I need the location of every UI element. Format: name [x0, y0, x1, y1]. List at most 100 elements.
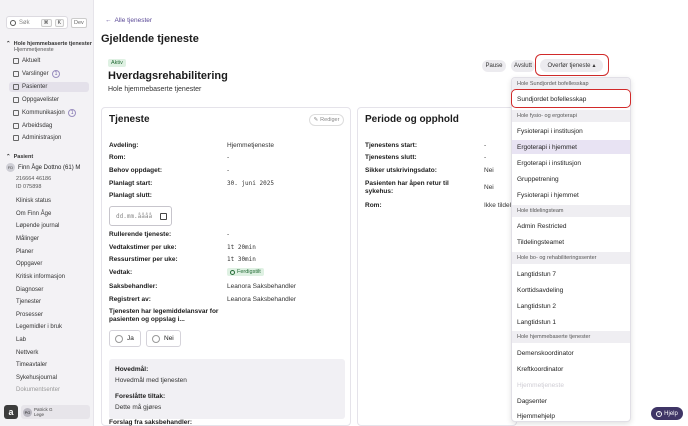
ressurstimer-label: Ressurstimer per uke:	[109, 256, 178, 263]
sidebar-item-arbeidsdag[interactable]: Arbeidsdag	[13, 121, 52, 131]
bell-icon	[13, 71, 19, 77]
sidebar-item-oppgaver[interactable]: Oppgaver	[16, 261, 42, 267]
sidebar-item-tjenester[interactable]: Tjenester	[16, 299, 41, 305]
tjenestens-slutt-label: Tjenestens slutt:	[365, 154, 417, 161]
house-icon	[13, 58, 19, 64]
calendar-icon[interactable]	[160, 212, 167, 220]
avslutt-button[interactable]: Avslutt	[511, 60, 535, 72]
help-button[interactable]: ? Hjelp	[651, 407, 683, 420]
registrert-av-label: Registrert av:	[109, 296, 151, 303]
dropdown-item-dagsenter[interactable]: Dagsenter	[512, 394, 630, 408]
sidebar-item-planer[interactable]: Planer	[16, 249, 33, 255]
search-input[interactable]: Søk ⌘ K	[6, 16, 68, 29]
chevron-up-icon: ⌃	[6, 41, 11, 47]
vedtak-label: Vedtak:	[109, 269, 133, 276]
forslag-label: Forslag fra saksbehandler:	[109, 419, 193, 426]
pencil-icon: ✎	[313, 117, 319, 123]
sidebar-item-legemidler[interactable]: Legemidler i bruk	[16, 324, 62, 330]
periode-rom-value: Ikke tildelt	[484, 202, 513, 209]
sidebar-item-kritisk-informasjon[interactable]: Kritisk informasjon	[16, 274, 65, 280]
radio-ja[interactable]: Ja	[109, 330, 141, 347]
arrow-left-icon: ←	[105, 17, 112, 24]
sidebar-item-diagnoser[interactable]: Diagnoser	[16, 287, 43, 293]
vedtakstimer-value: 1t 20min	[227, 244, 256, 251]
planlagt-start-value: 30. juni 2025	[227, 180, 274, 187]
shortcut-cmd: ⌘	[40, 18, 52, 27]
rom-label: Rom:	[109, 154, 126, 161]
behov-value: -	[227, 167, 230, 174]
planlagt-slutt-label: Planlagt slutt:	[109, 192, 152, 199]
dropdown-item-langtidstun-1[interactable]: Langtidstun 1	[512, 315, 630, 329]
periode-title: Periode og opphold	[365, 114, 459, 125]
rediger-button[interactable]: ✎ Rediger	[309, 114, 344, 126]
dropdown-item-fysio-hjemmet[interactable]: Fysioterapi i hjemmet	[512, 188, 630, 202]
sidebar-item-administrasjon[interactable]: Administrasjon	[13, 133, 61, 143]
sidebar-item-timeavtaler[interactable]: Timeavtaler	[16, 362, 47, 368]
dev-badge: Dev	[71, 18, 87, 28]
dropdown-item-korttidsavdeling[interactable]: Korttidsavdeling	[512, 283, 630, 297]
sikker-utskriving-value: Nei	[484, 167, 494, 174]
sidebar-item-lopende-journal[interactable]: Løpende journal	[16, 223, 59, 229]
dropdown-item-ergo-institusjon[interactable]: Ergoterapi i institusjon	[512, 156, 630, 170]
patient-name: Finn Åge Dottno (61) M	[18, 164, 81, 171]
overfor-dropdown-menu: Hole Sundjordet bofellesskap Sundjordet …	[511, 77, 631, 422]
dropdown-item-langtidstun-7[interactable]: Langtidstun 7	[512, 267, 630, 281]
sidebar-item-pasienter[interactable]: Pasienter	[9, 82, 89, 92]
sidebar-item-lab[interactable]: Lab	[16, 337, 26, 343]
vedtakstimer-label: Vedtakstimer per uke:	[109, 244, 177, 251]
dropdown-item-hjemmetjeneste: Hjemmetjeneste	[517, 381, 564, 389]
rullerende-value: -	[227, 231, 230, 238]
list-icon	[13, 97, 19, 103]
back-link[interactable]: ← Alle tjenester	[105, 17, 152, 24]
pause-button[interactable]: Pause	[482, 60, 506, 72]
tiltak-label: Foreslåtte tiltak:	[115, 393, 166, 400]
app-logo: a	[4, 405, 18, 419]
dropdown-item-tildelingsteamet[interactable]: Tildelingsteamet	[512, 235, 630, 249]
tjenestens-start-label: Tjenestens start:	[365, 142, 418, 149]
sidebar-item-dokumentsenter[interactable]: Dokumentsenter	[16, 387, 60, 393]
sidebar-item-om-finn-age[interactable]: Om Finn Åge	[16, 211, 51, 217]
chat-icon	[13, 110, 19, 116]
dropdown-item-gruppetrening[interactable]: Gruppetrening	[512, 172, 630, 186]
dropdown-item-hjemmehjelp[interactable]: Hjemmehjelp	[512, 409, 630, 421]
search-placeholder: Søk	[19, 19, 30, 26]
registrert-av-value: Leanora Saksbehandler	[227, 296, 297, 303]
question-icon: ?	[656, 410, 663, 417]
dropdown-item-langtidstun-2[interactable]: Langtidstun 2	[512, 299, 630, 313]
dropdown-item-demenskoordinator[interactable]: Demenskoordinator	[512, 346, 630, 360]
behov-label: Behov oppdaget:	[109, 167, 163, 174]
periode-rom-label: Rom:	[365, 202, 382, 209]
sidebar-item-varslinger[interactable]: Varslinger 1	[13, 69, 61, 79]
sidebar-item-kommunikasjon[interactable]: Kommunikasjon 1	[13, 108, 77, 118]
rullerende-label: Rullerende tjeneste:	[109, 231, 172, 238]
page-title: Gjeldende tjeneste	[101, 33, 199, 45]
dropdown-item-ergo-hjemmet[interactable]: Ergoterapi i hjemmet	[512, 140, 630, 154]
sidebar-item-sykehusjournal[interactable]: Sykehusjournal	[16, 375, 57, 381]
sidebar-item-aktuelt[interactable]: Aktuelt	[13, 56, 40, 66]
patient-section-title[interactable]: ⌃ Pasient	[6, 154, 33, 160]
service-org: Hole hjemmebaserte tjenester	[108, 86, 202, 93]
saksbehandler-label: Saksbehandler:	[109, 283, 158, 290]
patient-name-row[interactable]: FD Finn Åge Dottno (61) M	[6, 163, 80, 172]
hovedmal-label: Hovedmål:	[115, 366, 149, 373]
sidebar-item-malinger[interactable]: Målinger	[16, 236, 39, 242]
sidebar-item-klinisk-status[interactable]: Klinisk status	[16, 198, 51, 204]
avdeling-label: Avdeling:	[109, 142, 139, 149]
radio-nei[interactable]: Nei	[146, 330, 181, 347]
dropdown-item-fysio-institusjon[interactable]: Fysioterapi i institusjon	[512, 124, 630, 138]
user-menu[interactable]: PG Patrick G Lege	[21, 405, 90, 419]
service-title: Hverdagsrehabilitering	[108, 70, 228, 82]
sidebar: Søk ⌘ K Dev ⌃ Hole hjemmebaserte tjenest…	[0, 0, 94, 426]
dropdown-item-kreftkoordinator[interactable]: Kreftkoordinator	[512, 362, 630, 376]
apen-retur-value: Nei	[484, 184, 494, 191]
org-subtitle: Hjemmetjeneste	[14, 47, 54, 53]
sidebar-item-oppgavelister[interactable]: Oppgavelister	[13, 95, 59, 105]
sidebar-item-prosesser[interactable]: Prosesser	[16, 312, 43, 318]
planlagt-slutt-date-input[interactable]: dd.mm.åååå	[109, 206, 172, 226]
hovedmal-value: Hovedmål med tjenesten	[115, 377, 187, 384]
rom-value: -	[227, 154, 230, 161]
search-icon	[10, 19, 16, 26]
sidebar-item-nettverk[interactable]: Nettverk	[16, 350, 38, 356]
dropdown-group-header: Hole bo- og rehabiliteringssenter	[512, 252, 630, 264]
dropdown-item-admin-restricted[interactable]: Admin Restricted	[512, 219, 630, 233]
